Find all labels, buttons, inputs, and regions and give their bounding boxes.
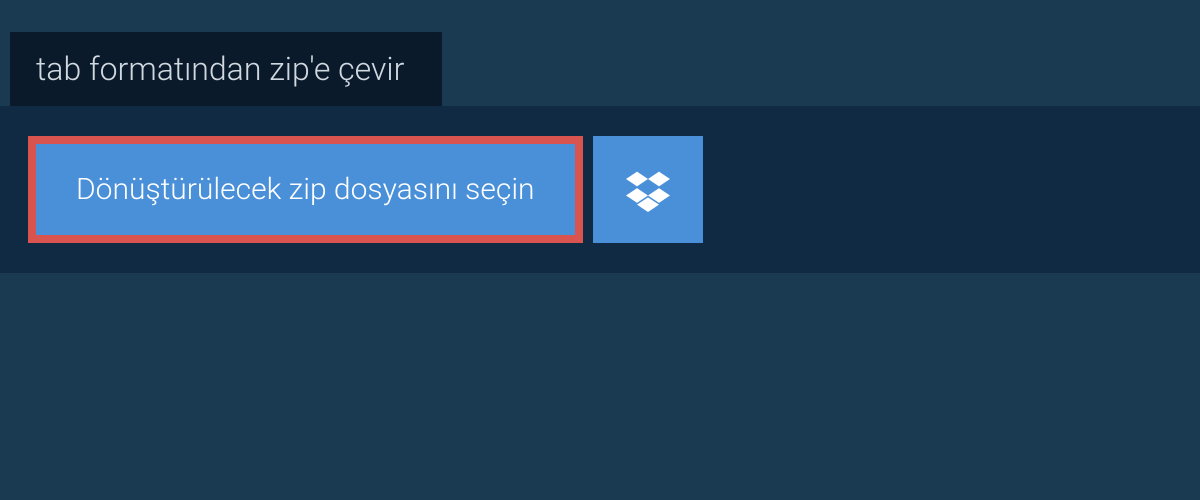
tab-label: tab formatından zip'e çevir [36, 50, 404, 88]
dropbox-button[interactable] [593, 136, 703, 243]
file-select-button[interactable]: Dönüştürülecek zip dosyasını seçin [28, 136, 583, 243]
tab-header: tab formatından zip'e çevir [10, 32, 442, 106]
file-select-label: Dönüştürülecek zip dosyasını seçin [76, 172, 535, 207]
button-row: Dönüştürülecek zip dosyasını seçin [28, 136, 1172, 243]
dropbox-icon [626, 168, 670, 212]
content-panel: Dönüştürülecek zip dosyasını seçin [0, 106, 1200, 273]
